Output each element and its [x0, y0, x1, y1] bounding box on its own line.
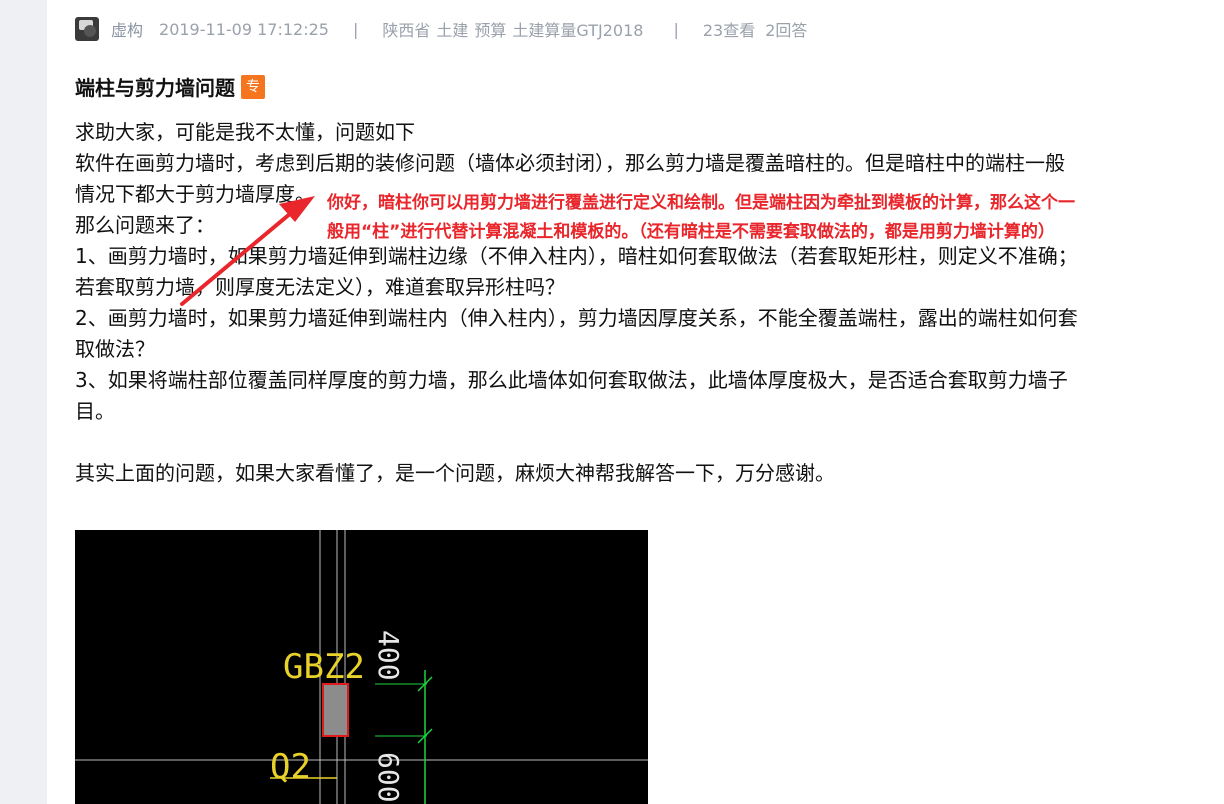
tag-category[interactable]: 土建	[436, 17, 468, 41]
question-card: 虚构 2019-11-09 17:12:25 | 陕西省 土建 预算 土建算量G…	[47, 0, 1224, 804]
annotation-text-line: 般用“柱”进行代替计算混凝土和模板的。（还有暗柱是不需要套取做法的，都是用剪力墙…	[327, 222, 1055, 242]
annotation-text-line: 你好，暗柱你可以用剪力墙进行覆盖进行定义和绘制。但是端柱因为牵扯到模板的计算，那…	[327, 193, 1075, 213]
meta-separator: |	[673, 19, 679, 39]
annotation-arrow-icon	[180, 196, 315, 306]
cad-label-gbz: GBZ2	[283, 647, 365, 687]
cad-drawing-image[interactable]: GBZ2 Q2 400 600	[75, 530, 648, 804]
cad-label-q: Q2	[270, 747, 311, 787]
tag-software[interactable]: 土建算量GTJ2018	[512, 17, 643, 41]
cad-drawing-svg: GBZ2 Q2 400 600	[75, 530, 648, 804]
question-body-line: 3、如果将端柱部位覆盖同样厚度的剪力墙，那么此墙体如何套取做法，此墙体厚度极大，…	[75, 368, 1068, 392]
answer-count: 2回答	[765, 21, 808, 40]
view-count: 23查看	[702, 21, 756, 40]
question-body-line: 目。	[75, 399, 115, 423]
cad-dimension-bottom: 600	[372, 752, 405, 803]
tag-type[interactable]: 预算	[474, 17, 506, 41]
question-body-line: 取做法？	[75, 337, 155, 361]
question-body-line: 其实上面的问题，如果大家看懂了，是一个问题，麻烦大神帮我解答一下，万分感谢。	[75, 461, 835, 485]
tag-province[interactable]: 陕西省	[382, 17, 430, 41]
cad-dimension-top: 400	[372, 630, 405, 681]
